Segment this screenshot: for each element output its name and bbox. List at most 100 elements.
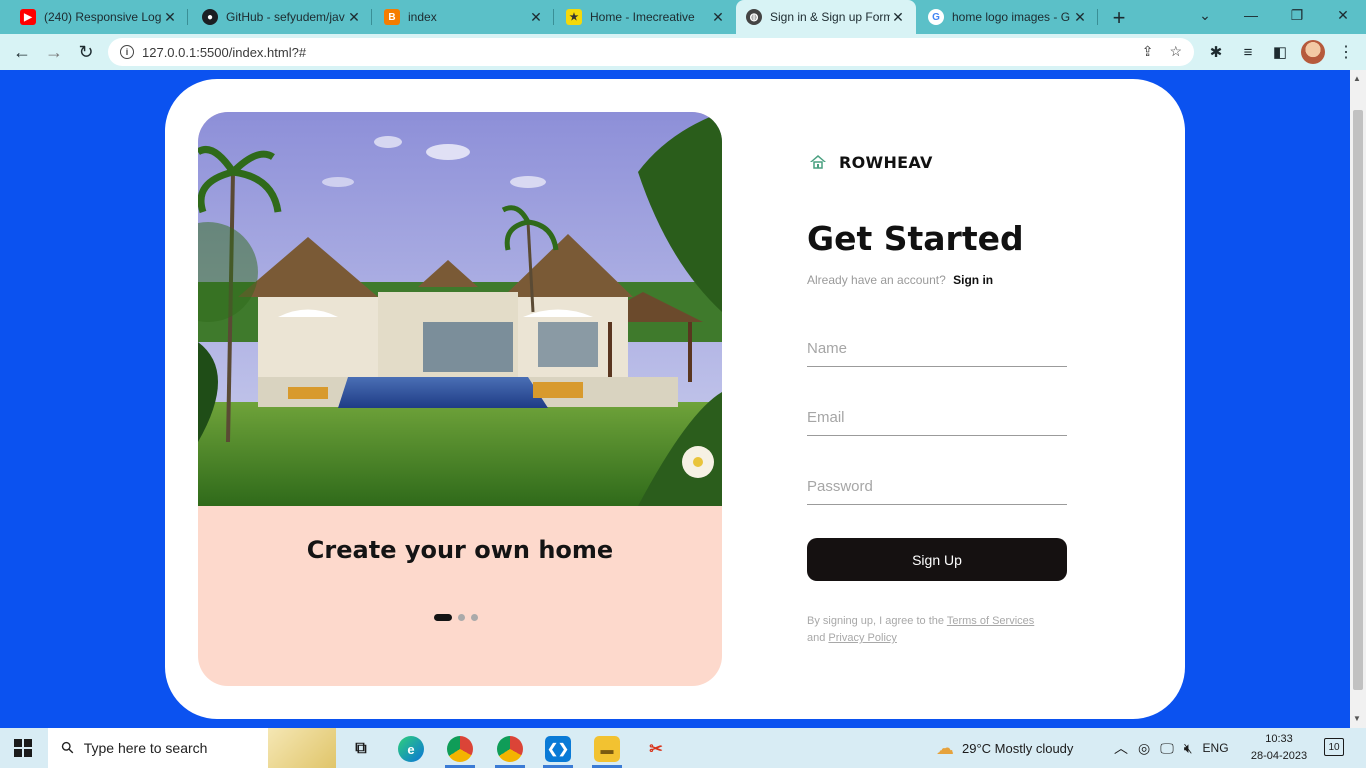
snipping-tool-icon[interactable]: ✂ [643, 736, 669, 762]
chrome-icon[interactable] [447, 736, 473, 762]
carousel-dot[interactable] [471, 614, 478, 621]
network-icon[interactable]: 🖵 [1160, 740, 1174, 757]
terms-link[interactable]: Terms of Services [947, 615, 1034, 627]
carousel-dot[interactable] [458, 614, 465, 621]
github-icon: ● [202, 9, 218, 25]
imecreative-icon: ★ [566, 9, 582, 25]
globe-icon: ◍ [746, 9, 762, 25]
page-scrollbar[interactable]: ▲ ▼ [1350, 70, 1366, 728]
chrome-profile-icon[interactable] [497, 736, 523, 762]
tab-divider [371, 9, 372, 25]
weather-widget[interactable]: ☁ 29°C Mostly cloudy [936, 728, 1073, 768]
form-title: Get Started [807, 219, 1024, 258]
url-text: 127.0.0.1:5500/index.html?# [142, 44, 307, 60]
tab-title: Home - Imecreative [590, 10, 695, 24]
cloud-icon: ☁ [936, 737, 954, 758]
signup-card: Create your own home ROWHEAV Get Started… [165, 79, 1185, 719]
tab-imecreative[interactable]: ★ Home - Imecreative ✕ [556, 0, 736, 34]
edge-browser-icon[interactable]: e [398, 736, 424, 762]
tab-google[interactable]: G home logo images - G ✕ [918, 0, 1098, 34]
signin-link[interactable]: Sign in [953, 273, 993, 287]
tab-title: (240) Responsive Login [44, 10, 162, 24]
media-control-icon[interactable]: ≡ [1238, 42, 1258, 62]
tab-signin-form[interactable]: ◍ Sign in & Sign up Form ✕ [736, 0, 916, 34]
tab-divider [553, 9, 554, 25]
brand: ROWHEAV [807, 151, 933, 173]
url-field[interactable]: i 127.0.0.1:5500/index.html?# ⇪ ☆ [108, 38, 1194, 66]
blogger-icon: B [384, 9, 400, 25]
language-indicator[interactable]: ENG [1203, 741, 1229, 755]
page-viewport: Create your own home ROWHEAV Get Started… [0, 70, 1350, 728]
tab-title: index [408, 10, 437, 24]
terms-prefix: By signing up, I agree to the [807, 615, 944, 627]
privacy-link[interactable]: Privacy Policy [828, 632, 896, 644]
scroll-up-icon[interactable]: ▲ [1353, 74, 1361, 83]
scrollbar-thumb[interactable] [1353, 110, 1363, 690]
vscode-icon[interactable]: ❮❯ [545, 736, 571, 762]
password-field[interactable] [807, 469, 1067, 505]
terms-text: By signing up, I agree to the Terms of S… [807, 613, 1077, 647]
file-explorer-icon[interactable]: ▬ [594, 736, 620, 762]
profile-avatar[interactable] [1301, 40, 1325, 64]
brand-name: ROWHEAV [839, 152, 933, 172]
new-tab-button[interactable]: + [1108, 5, 1130, 31]
tab-github[interactable]: ● GitHub - sefyudem/jav ✕ [192, 0, 372, 34]
hero-panel: Create your own home [198, 112, 722, 686]
notification-icon[interactable]: 10 [1324, 738, 1344, 756]
close-tab-icon[interactable]: ✕ [528, 9, 544, 26]
youtube-icon: ▶ [20, 9, 36, 25]
chevron-up-icon[interactable]: ︿ [1114, 738, 1128, 758]
clock-time: 10:33 [1265, 733, 1293, 745]
carousel-dot-active[interactable] [434, 614, 452, 621]
tab-youtube[interactable]: ▶ (240) Responsive Login ✕ [10, 0, 188, 34]
address-bar-row: ← → ↻ i 127.0.0.1:5500/index.html?# ⇪ ☆ … [0, 34, 1366, 70]
site-info-icon[interactable]: i [120, 45, 134, 59]
signup-form: ROWHEAV Get Started Already have an acco… [807, 79, 1137, 719]
browser-tab-strip: ▶ (240) Responsive Login ✕ ● GitHub - se… [0, 0, 1366, 34]
tab-index[interactable]: B index ✕ [374, 0, 554, 34]
scroll-down-icon[interactable]: ▼ [1353, 714, 1361, 723]
taskbar-search-box[interactable]: ⚲ Type here to search [48, 728, 336, 768]
forward-arrow-icon[interactable]: → [42, 40, 66, 64]
windows-taskbar: ⚲ Type here to search ⧉ e ❮❯ ▬ ✂ ☁ 29°C … [0, 728, 1366, 768]
account-prompt-line: Already have an account? Sign in [807, 273, 993, 287]
villa-photo [198, 112, 722, 506]
tray-app-icon[interactable]: ◎ [1138, 740, 1150, 757]
weather-text: 29°C Mostly cloudy [962, 740, 1074, 756]
side-panel-icon[interactable]: ◧ [1270, 42, 1290, 62]
tab-divider [187, 9, 188, 25]
share-icon[interactable]: ⇪ [1142, 43, 1154, 60]
taskbar-search-placeholder: Type here to search [83, 740, 208, 756]
hero-caption: Create your own home [306, 536, 614, 564]
windows-start-icon[interactable] [14, 739, 32, 757]
close-tab-icon[interactable]: ✕ [890, 9, 906, 26]
restore-icon[interactable]: ❐ [1274, 0, 1320, 30]
close-tab-icon[interactable]: ✕ [162, 9, 178, 26]
signup-button[interactable]: Sign Up [807, 538, 1067, 581]
tab-title: Sign in & Sign up Form [770, 10, 890, 24]
house-logo-icon [810, 155, 826, 169]
close-window-icon[interactable]: ✕ [1320, 0, 1366, 30]
tab-search-chevron-icon[interactable]: ⌄ [1182, 0, 1228, 30]
terms-and: and [807, 632, 826, 644]
reload-icon[interactable]: ↻ [74, 40, 98, 64]
bookmark-star-icon[interactable]: ☆ [1169, 43, 1182, 60]
more-menu-icon[interactable]: ⋮ [1338, 42, 1354, 62]
email-field[interactable] [807, 400, 1067, 436]
tab-title: home logo images - G [952, 10, 1071, 24]
extensions-puzzle-icon[interactable]: ✱ [1206, 42, 1226, 62]
task-view-icon[interactable]: ⧉ [348, 736, 374, 762]
back-arrow-icon[interactable]: ← [10, 40, 34, 64]
close-tab-icon[interactable]: ✕ [1072, 9, 1088, 26]
google-icon: G [928, 9, 944, 25]
account-prompt: Already have an account? [807, 273, 946, 287]
close-tab-icon[interactable]: ✕ [710, 9, 726, 26]
volume-muted-icon[interactable]: 🔇︎ [1184, 740, 1193, 757]
minimize-icon[interactable]: — [1228, 0, 1274, 30]
name-field[interactable] [807, 331, 1067, 367]
search-highlight-image [268, 728, 336, 768]
clock-date: 28-04-2023 [1250, 750, 1308, 762]
carousel-dots [434, 614, 478, 621]
close-tab-icon[interactable]: ✕ [346, 9, 362, 26]
taskbar-clock[interactable]: 10:33 28-04-2023 [1244, 731, 1314, 765]
